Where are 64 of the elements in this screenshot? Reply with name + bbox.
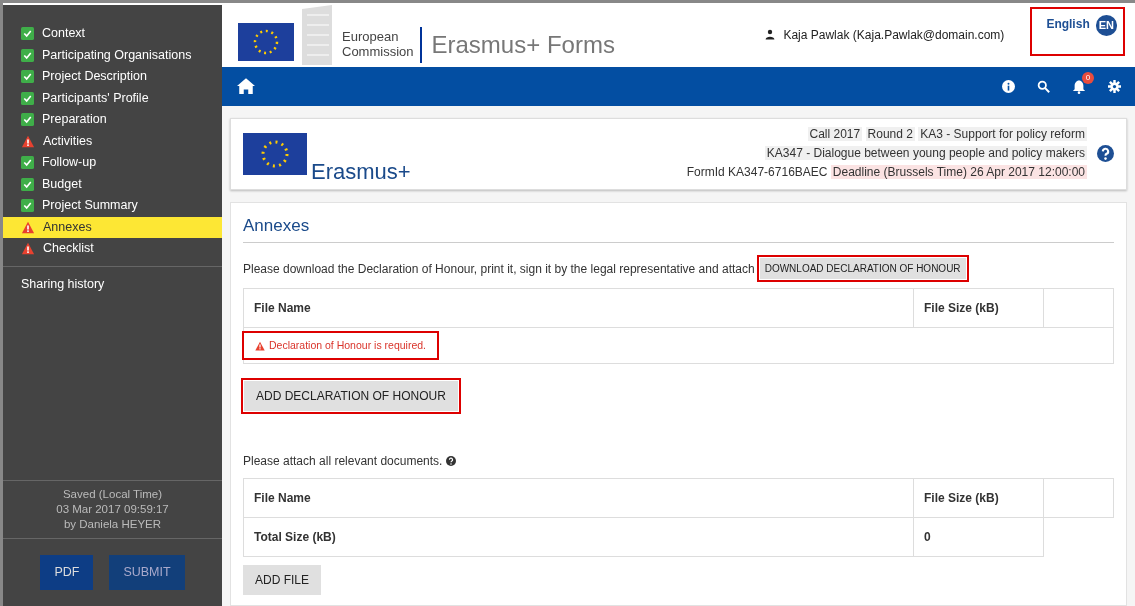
add-file-button[interactable]: ADD FILE [243,565,321,595]
pdf-button[interactable]: PDF [40,555,94,590]
add-declaration-button[interactable]: ADD DECLARATION OF HONOUR [243,380,459,412]
warning-icon [255,340,265,351]
check-icon [21,48,34,62]
saved-info-text: 03 Mar 2017 09:59:17 [55,502,170,518]
column-header: File Name [243,478,914,518]
call-info-tag: Round 2 [865,126,915,141]
column-header: File Name [243,288,914,328]
instruction-text: Please download the Declaration of Honour, print it, sign it by the legal representative and attach [243,260,755,278]
logo-text: Commission [342,44,414,59]
warning-icon [21,220,35,234]
error-message: Declaration of Honour is required. [244,332,437,359]
check-icon [21,70,34,84]
sidebar-item[interactable]: Annexes [3,216,222,238]
saved-info-text: by Daniela HEYER [62,517,163,533]
help-icon[interactable] [1097,145,1114,163]
submit-button[interactable]: SUBMIT [109,555,185,590]
bell-icon[interactable] [1072,78,1086,94]
sidebar-item[interactable]: Activities [3,130,222,152]
column-header: File Size (kB) [913,478,1044,518]
logo-text: European [342,30,400,45]
app-title: Erasmus+ Forms [419,26,615,63]
warning-icon [21,242,35,256]
check-icon [21,156,34,170]
sidebar-item[interactable]: Budget [3,173,222,195]
check-icon [21,91,34,105]
check-icon [21,113,34,127]
sidebar-item[interactable]: Project Description [3,66,222,88]
form-id-text: FormId KA347-6716BAEC [686,165,828,180]
sidebar-item[interactable]: Preparation [3,109,222,131]
check-icon [21,27,34,41]
eu-flag-logo [243,132,307,175]
sidebar-item[interactable]: Project Summary [3,195,222,217]
instruction-text: Please attach all relevant documents. [243,453,443,470]
check-icon [21,199,34,213]
check-icon [21,177,34,191]
column-header: File Size (kB) [913,288,1044,328]
call-info-tag: KA3 - Support for policy reform [918,126,1087,141]
download-button[interactable]: DOWNLOAD DECLARATION OF HONOUR [758,257,967,280]
table-cell: 0 [913,517,1044,557]
notification-badge: 0 [1082,71,1094,84]
saved-info-text: Saved (Local Time) [61,487,164,503]
sidebar-item[interactable]: Participating Organisations [3,44,222,66]
settings-icon[interactable] [1108,79,1121,93]
sidebar-item[interactable]: Follow-up [3,152,222,174]
sidebar-item[interactable]: Checklist [3,238,222,260]
warning-icon [21,134,35,148]
user-icon [765,29,776,41]
action-text: KA347 - Dialogue between young people and policy makers [764,146,1087,161]
home-icon[interactable] [236,77,256,96]
deadline-text: Deadline (Brussels Time) 26 Apr 2017 12:00:00 [830,165,1087,180]
info-icon[interactable] [1002,79,1015,93]
user-name: Kaja Pawlak (Kaja.Pawlak@domain.com) [783,26,1005,44]
language-selector[interactable]: English EN [1030,7,1125,56]
section-title: Annexes [243,212,1114,243]
help-icon [446,456,457,466]
sidebar-item[interactable]: Participants' Profile [3,87,222,109]
search-icon[interactable] [1037,79,1050,93]
table-cell: Total Size (kB) [243,517,914,557]
sharing-history-link[interactable]: Sharing history [3,266,222,302]
brand-title: Erasmus+ [311,160,411,183]
call-info-tag: Call 2017 [807,126,863,141]
sidebar-item[interactable]: Context [3,23,222,45]
